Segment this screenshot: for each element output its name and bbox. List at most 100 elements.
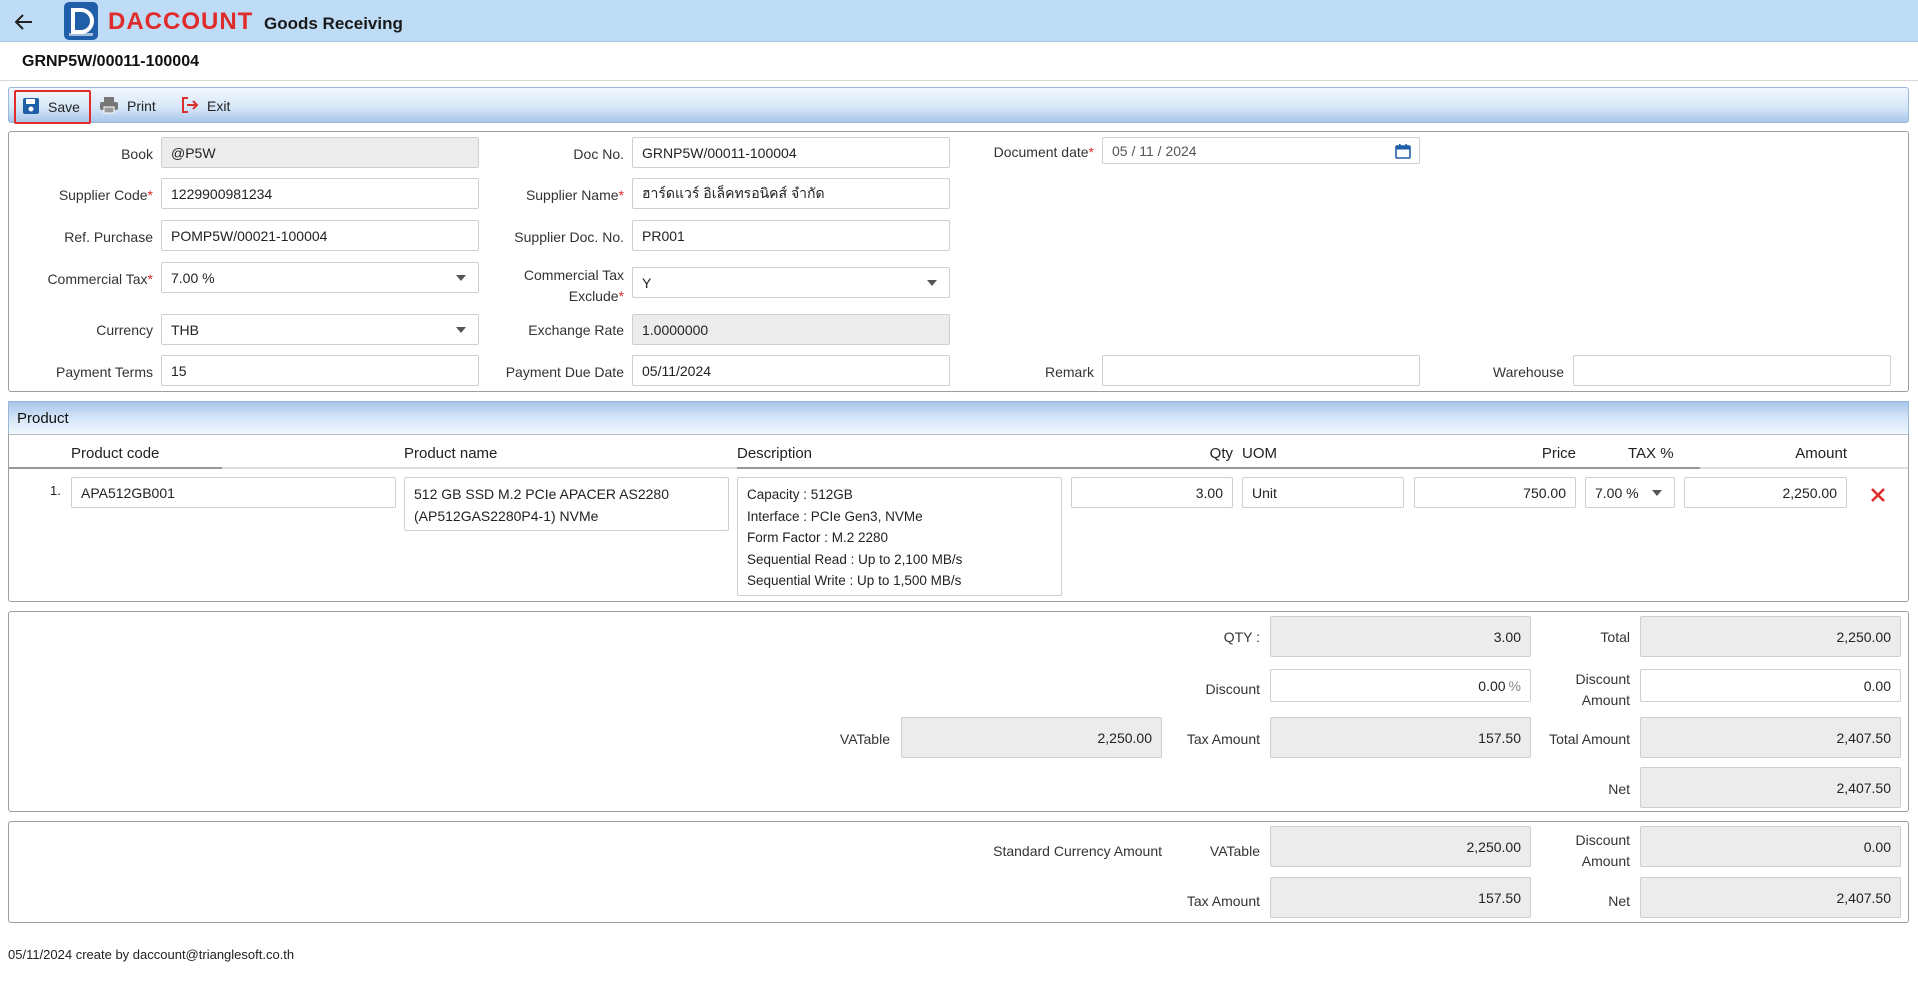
amount-field[interactable]: 2,250.00 bbox=[1684, 477, 1847, 508]
dropdown-caret-icon bbox=[1652, 490, 1662, 496]
column-header-product-code: Product code bbox=[71, 445, 160, 462]
standard-currency-label: Standard Currency Amount bbox=[993, 843, 1162, 859]
discount-label: Discount bbox=[1205, 681, 1260, 697]
dropdown-caret-icon bbox=[456, 327, 466, 333]
std-vatable-field: 2,250.00 bbox=[1270, 826, 1531, 867]
commercial-tax-select[interactable]: 7.00 % bbox=[161, 262, 479, 293]
commercial-tax-exclude-label: Commercial Tax Exclude* bbox=[523, 267, 624, 304]
uom-field[interactable]: Unit bbox=[1242, 477, 1404, 508]
column-header-uom: UOM bbox=[1242, 445, 1277, 462]
tax-amount-field: 157.50 bbox=[1270, 717, 1531, 758]
std-discount-amount-field: 0.00 bbox=[1640, 826, 1901, 867]
column-header-qty: Qty bbox=[1209, 445, 1233, 462]
book-label: Book bbox=[121, 146, 153, 162]
remark-field[interactable] bbox=[1102, 355, 1420, 386]
column-header-amount: Amount bbox=[1795, 445, 1847, 462]
delete-row-icon[interactable] bbox=[1870, 487, 1886, 506]
commercial-tax-label: Commercial Tax* bbox=[47, 271, 153, 287]
supplier-doc-no-field[interactable]: PR001 bbox=[632, 220, 950, 251]
document-date-field[interactable]: 05 / 11 / 2024 bbox=[1102, 137, 1420, 164]
price-field[interactable]: 750.00 bbox=[1414, 477, 1576, 508]
payment-terms-field[interactable]: 15 bbox=[161, 355, 479, 386]
divider bbox=[0, 80, 1918, 81]
column-header-tax: TAX % bbox=[1628, 445, 1674, 462]
document-number-header: GRNP5W/00011-100004 bbox=[22, 53, 199, 70]
qty-total-field: 3.00 bbox=[1270, 616, 1531, 657]
column-header-price: Price bbox=[1541, 445, 1576, 462]
std-vatable-label: VATable bbox=[1209, 843, 1260, 859]
std-net-field: 2,407.50 bbox=[1640, 877, 1901, 918]
payment-due-date-label: Payment Due Date bbox=[505, 364, 624, 380]
created-by-footer: 05/11/2024 create by daccount@triangleso… bbox=[8, 947, 295, 962]
logo-icon bbox=[64, 2, 98, 40]
supplier-doc-no-label: Supplier Doc. No. bbox=[514, 229, 624, 245]
printer-icon bbox=[99, 96, 119, 117]
net-field: 2,407.50 bbox=[1640, 767, 1901, 808]
warehouse-label: Warehouse bbox=[1492, 364, 1564, 380]
tax-amount-label: Tax Amount bbox=[1186, 731, 1260, 747]
divider bbox=[9, 434, 1908, 435]
qty-field[interactable]: 3.00 bbox=[1071, 477, 1233, 508]
net-label: Net bbox=[1608, 781, 1630, 797]
payment-due-date-field[interactable]: 05/11/2024 bbox=[632, 355, 950, 386]
product-section-header bbox=[8, 401, 1909, 434]
product-name-field[interactable]: 512 GB SSD M.2 PCIe APACER AS2280 (AP512… bbox=[404, 477, 729, 531]
doc-no-label: Doc No. bbox=[573, 146, 624, 162]
total-field: 2,250.00 bbox=[1640, 616, 1901, 657]
discount-amount-field[interactable]: 0.00 bbox=[1640, 669, 1901, 702]
back-arrow-icon[interactable] bbox=[12, 10, 36, 34]
dropdown-caret-icon bbox=[927, 280, 937, 286]
supplier-code-field[interactable]: 1229900981234 bbox=[161, 178, 479, 209]
print-button[interactable]: Print bbox=[99, 94, 156, 118]
warehouse-field[interactable] bbox=[1573, 355, 1891, 386]
exit-button[interactable]: Exit bbox=[181, 94, 230, 118]
std-tax-amount-label: Tax Amount bbox=[1186, 893, 1260, 909]
currency-label: Currency bbox=[96, 322, 153, 338]
save-button[interactable]: Save bbox=[14, 90, 91, 124]
product-section-title: Product bbox=[17, 410, 69, 427]
divider bbox=[222, 467, 737, 469]
currency-select[interactable]: THB bbox=[161, 314, 479, 345]
divider bbox=[1700, 467, 1908, 469]
column-header-description: Description bbox=[737, 445, 813, 462]
document-date-label: Document date* bbox=[993, 144, 1094, 160]
product-code-field[interactable]: APA512GB001 bbox=[71, 477, 396, 508]
column-header-product-name: Product name bbox=[404, 445, 498, 462]
exit-label: Exit bbox=[207, 98, 231, 114]
vatable-label: VATable bbox=[839, 731, 890, 747]
print-label: Print bbox=[127, 98, 156, 114]
total-amount-field: 2,407.50 bbox=[1640, 717, 1901, 758]
total-label: Total bbox=[1600, 629, 1630, 645]
std-discount-amount-label: Discount Amount bbox=[1575, 832, 1630, 869]
row-index: 1. bbox=[50, 483, 61, 498]
remark-label: Remark bbox=[1044, 364, 1094, 380]
logo-text: DACCOUNT bbox=[108, 8, 254, 35]
calendar-icon[interactable] bbox=[1395, 143, 1411, 162]
std-net-label: Net bbox=[1608, 893, 1630, 909]
total-amount-label: Total Amount bbox=[1549, 731, 1630, 747]
payment-terms-label: Payment Terms bbox=[56, 364, 153, 380]
std-tax-amount-field: 157.50 bbox=[1270, 877, 1531, 918]
toolbar: Save Print Exit bbox=[8, 87, 1909, 124]
discount-field[interactable]: 0.00% bbox=[1270, 669, 1531, 702]
ref-purchase-field[interactable]: POMP5W/00021-100004 bbox=[161, 220, 479, 251]
description-field[interactable]: Capacity : 512GB Interface : PCIe Gen3, … bbox=[737, 477, 1062, 596]
discount-amount-label: Discount Amount bbox=[1575, 671, 1630, 708]
doc-no-field[interactable]: GRNP5W/00011-100004 bbox=[632, 137, 950, 168]
exit-icon bbox=[181, 96, 199, 117]
ref-purchase-label: Ref. Purchase bbox=[64, 229, 153, 245]
supplier-name-field[interactable]: ฮาร์ดแวร์ อิเล็คทรอนิคส์ จำกัด bbox=[632, 178, 950, 209]
exchange-rate-label: Exchange Rate bbox=[528, 322, 624, 338]
save-label: Save bbox=[48, 99, 80, 115]
supplier-code-label: Supplier Code* bbox=[58, 187, 153, 203]
app-title: Goods Receiving bbox=[264, 14, 403, 33]
dropdown-caret-icon bbox=[456, 275, 466, 281]
vatable-field: 2,250.00 bbox=[901, 717, 1162, 758]
save-icon bbox=[22, 97, 40, 118]
exchange-rate-field: 1.0000000 bbox=[632, 314, 950, 345]
qty-total-label: QTY : bbox=[1223, 629, 1260, 645]
book-field: @P5W bbox=[161, 137, 479, 168]
commercial-tax-exclude-select[interactable]: Y bbox=[632, 267, 950, 298]
tax-select[interactable]: 7.00 % bbox=[1585, 477, 1675, 508]
supplier-name-label: Supplier Name* bbox=[525, 187, 624, 203]
